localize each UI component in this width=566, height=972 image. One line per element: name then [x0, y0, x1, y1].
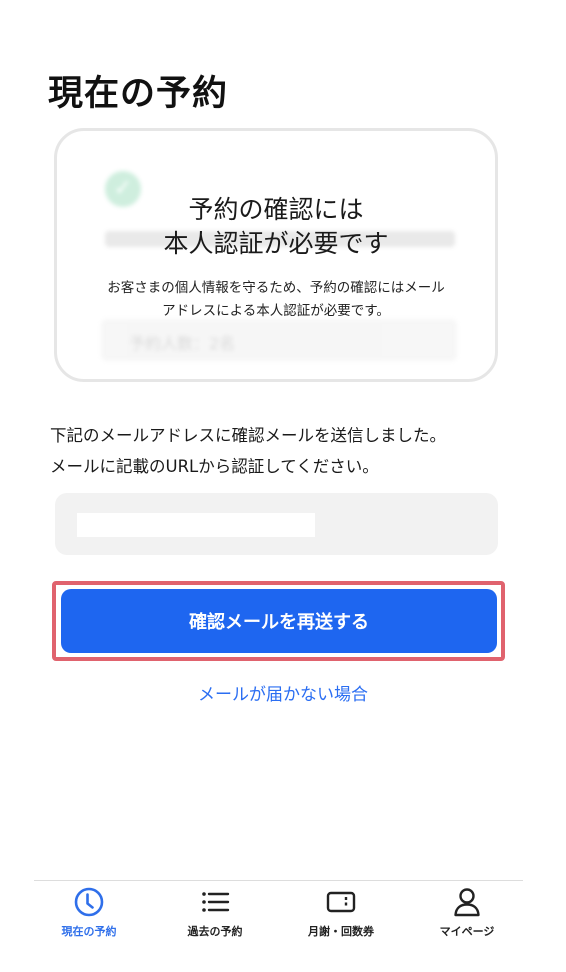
card-title-line: 予約の確認には	[188, 195, 364, 224]
clock-icon	[74, 887, 104, 917]
card-description-line: アドレスによる本人認証が必要です。	[162, 303, 390, 319]
card-description-line: お客さまの個人情報を守るため、予約の確認にはメール	[107, 280, 445, 296]
tab-label: 月謝・回数券	[308, 925, 374, 938]
tab-my-page[interactable]: マイページ	[412, 886, 522, 946]
tabbar-divider	[34, 880, 523, 881]
ticket-icon	[326, 891, 356, 913]
card-title-line: 本人認証が必要です	[163, 229, 389, 258]
verification-card: ✓ 予約人数：2名 予約の確認には 本人認証が必要です お客さまの個人情報を守る…	[54, 128, 498, 382]
resend-confirmation-button[interactable]: 確認メールを再送する	[61, 589, 497, 653]
page-title: 現在の予約	[48, 74, 229, 115]
blurred-reservation-box: 予約人数：2名	[101, 319, 457, 361]
instructions-line: メールに記載のURLから認証してください。	[50, 457, 379, 476]
email-value-redacted	[77, 513, 315, 537]
instructions-line: 下記のメールアドレスに確認メールを送信しました。	[50, 426, 446, 445]
email-address-field	[55, 493, 498, 555]
instructions-text: 下記のメールアドレスに確認メールを送信しました。 メールに記載のURLから認証し…	[50, 420, 446, 482]
tab-label: マイページ	[439, 925, 495, 938]
tab-label: 現在の予約	[61, 925, 117, 938]
reservation-count-text: 予約人数：2名	[129, 334, 236, 353]
email-not-received-link[interactable]: メールが届かない場合	[0, 680, 566, 705]
list-icon	[202, 892, 230, 912]
card-description: お客さまの個人情報を守るため、予約の確認にはメール アドレスによる本人認証が必要…	[57, 277, 495, 323]
tab-tuition-tickets[interactable]: 月謝・回数券	[286, 886, 396, 946]
tab-current-reservations[interactable]: 現在の予約	[34, 886, 144, 946]
person-icon	[454, 888, 480, 917]
tab-label: 過去の予約	[187, 925, 243, 938]
tab-past-reservations[interactable]: 過去の予約	[160, 886, 270, 946]
card-title: 予約の確認には 本人認証が必要です	[57, 193, 495, 261]
